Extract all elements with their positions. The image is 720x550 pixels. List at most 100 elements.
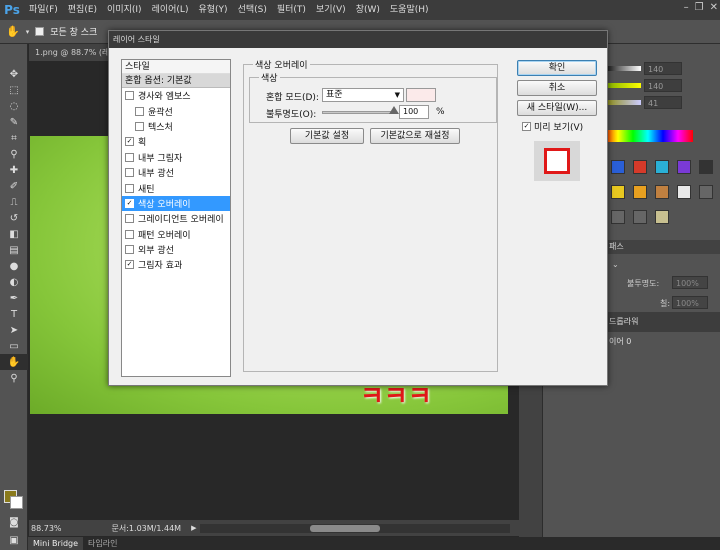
style-list-item[interactable]: 텍스처 <box>122 119 230 134</box>
style-checkbox[interactable] <box>125 214 134 224</box>
horizontal-scrollbar[interactable] <box>200 524 510 533</box>
menu-item[interactable]: 이미지(I) <box>102 0 147 20</box>
blend-mode-select[interactable]: 표준 ▼ <box>322 88 404 102</box>
style-list-item[interactable]: 윤곽선 <box>122 103 230 118</box>
brush-tool-icon[interactable]: ✐ <box>0 178 28 194</box>
minimize-icon[interactable]: – <box>684 2 689 13</box>
dodge-tool-icon[interactable]: ◐ <box>0 274 28 290</box>
style-checkbox[interactable]: ✓ <box>125 260 134 270</box>
styles-header[interactable]: 스타일 <box>122 60 230 74</box>
document-tab[interactable]: 1.png @ 88.7% (레 <box>29 44 116 61</box>
style-list-item[interactable]: ✓ 획 <box>122 134 230 149</box>
style-swatch[interactable] <box>611 185 625 199</box>
menu-item[interactable]: 레이어(L) <box>147 0 194 20</box>
style-checkbox[interactable] <box>135 106 144 116</box>
marquee-tool-icon[interactable]: ⬚ <box>0 82 28 98</box>
blending-options-item[interactable]: 혼합 옵션: 기본값 <box>122 74 230 88</box>
style-checkbox[interactable]: ✓ <box>125 198 134 208</box>
style-list-item[interactable]: 경사와 엠보스 <box>122 88 230 103</box>
gradient-tool-icon[interactable]: ▤ <box>0 242 28 258</box>
set-default-button[interactable]: 기본값 설정 <box>290 128 364 144</box>
pen-tool-icon[interactable]: ✒ <box>0 290 28 306</box>
style-list-item[interactable]: 내부 광선 <box>122 165 230 180</box>
menu-item[interactable]: 유형(Y) <box>193 0 232 20</box>
style-swatch[interactable] <box>655 185 669 199</box>
reset-default-button[interactable]: 기본값으로 재설정 <box>370 128 460 144</box>
style-swatch[interactable] <box>655 160 669 174</box>
layer-row[interactable]: 이어 0 <box>603 332 720 352</box>
cancel-button[interactable]: 취소 <box>517 80 597 96</box>
style-swatch[interactable] <box>633 160 647 174</box>
menu-item[interactable]: 편집(E) <box>63 0 102 20</box>
tab-mini-bridge[interactable]: Mini Bridge <box>28 537 84 550</box>
style-list-item[interactable]: 내부 그림자 <box>122 150 230 165</box>
style-swatch[interactable] <box>699 160 713 174</box>
screen-mode-icon[interactable]: ▣ <box>0 532 28 548</box>
quick-select-tool-icon[interactable]: ✎ <box>0 114 28 130</box>
eyedropper-tool-icon[interactable]: ⚲ <box>0 146 28 162</box>
style-swatch[interactable] <box>633 185 647 199</box>
zoom-tool-icon[interactable]: ⚲ <box>0 370 28 386</box>
lasso-tool-icon[interactable]: ◌ <box>0 98 28 114</box>
color-slider-r[interactable] <box>603 66 641 71</box>
menu-item[interactable]: 도움말(H) <box>385 0 434 20</box>
status-menu-arrow-icon[interactable]: ▶ <box>191 524 196 532</box>
scrollbar-thumb[interactable] <box>310 525 380 532</box>
color-value-g[interactable]: 140 <box>644 79 682 92</box>
background-color-swatch[interactable] <box>10 496 23 509</box>
history-brush-tool-icon[interactable]: ↺ <box>0 210 28 226</box>
style-list-item[interactable]: 그레이디언트 오버레이 <box>122 211 230 226</box>
menu-item[interactable]: 창(W) <box>351 0 385 20</box>
style-swatch[interactable] <box>655 210 669 224</box>
style-swatch[interactable] <box>677 185 691 199</box>
eraser-tool-icon[interactable]: ◧ <box>0 226 28 242</box>
tab-timeline[interactable]: 타임라인 <box>83 537 122 550</box>
close-icon[interactable]: ✕ <box>710 2 718 13</box>
layer-filter-dropdown-icon[interactable]: ⌄ <box>612 260 619 269</box>
maximize-icon[interactable]: ❐ <box>695 2 704 13</box>
layers-opacity-input[interactable]: 100% <box>672 276 708 289</box>
tool-preset-dropdown-icon[interactable]: ▾ <box>26 28 30 36</box>
blur-tool-icon[interactable]: ● <box>0 258 28 274</box>
menu-item[interactable]: 보기(V) <box>311 0 351 20</box>
new-style-button[interactable]: 새 스타일(W)... <box>517 100 597 116</box>
style-swatch[interactable] <box>677 160 691 174</box>
opacity-slider-thumb[interactable] <box>389 106 399 114</box>
opacity-slider[interactable] <box>322 111 397 114</box>
color-value-b[interactable]: 41 <box>644 96 682 109</box>
type-tool-icon[interactable]: T <box>0 306 28 322</box>
preview-checkbox[interactable]: ✓ <box>522 122 531 131</box>
color-slider-b[interactable] <box>603 100 641 105</box>
style-swatch[interactable] <box>699 185 713 199</box>
style-checkbox[interactable] <box>125 245 134 255</box>
style-list-item[interactable]: 외부 광선 <box>122 242 230 257</box>
style-checkbox[interactable] <box>135 121 144 131</box>
path-select-tool-icon[interactable]: ➤ <box>0 322 28 338</box>
shape-tool-icon[interactable]: ▭ <box>0 338 28 354</box>
preview-toggle[interactable]: ✓ 미리 보기(V) <box>522 120 583 133</box>
layer-row[interactable]: 드롭라워 <box>603 312 720 332</box>
style-list-item[interactable]: ✓ 색상 오버레이 <box>122 195 230 212</box>
paths-tab[interactable]: 패스 <box>607 240 720 254</box>
style-list-item[interactable]: 새틴 <box>122 180 230 195</box>
style-checkbox[interactable] <box>125 183 134 193</box>
style-checkbox[interactable]: ✓ <box>125 137 134 147</box>
zoom-level[interactable]: 88.73% <box>31 524 62 533</box>
scroll-all-windows-checkbox[interactable] <box>35 27 45 36</box>
color-value-r[interactable]: 140 <box>644 62 682 75</box>
opacity-input[interactable]: 100 <box>399 105 429 119</box>
ok-button[interactable]: 확인 <box>517 60 597 76</box>
style-list-item[interactable]: 패턴 오버레이 <box>122 227 230 242</box>
color-spectrum[interactable] <box>603 130 693 142</box>
clone-stamp-tool-icon[interactable]: ⎍ <box>0 194 28 210</box>
layers-fill-input[interactable]: 100% <box>672 296 708 309</box>
menu-item[interactable]: 선택(S) <box>233 0 272 20</box>
style-swatch[interactable] <box>611 210 625 224</box>
menu-item[interactable]: 필터(T) <box>272 0 311 20</box>
style-list-item[interactable]: ✓ 그림자 효과 <box>122 257 230 272</box>
crop-tool-icon[interactable]: ⌗ <box>0 130 28 146</box>
style-checkbox[interactable] <box>125 152 134 162</box>
style-swatch[interactable] <box>633 210 647 224</box>
move-tool-icon[interactable]: ✥ <box>0 66 28 82</box>
quick-mask-icon[interactable]: ◙ <box>0 514 28 530</box>
